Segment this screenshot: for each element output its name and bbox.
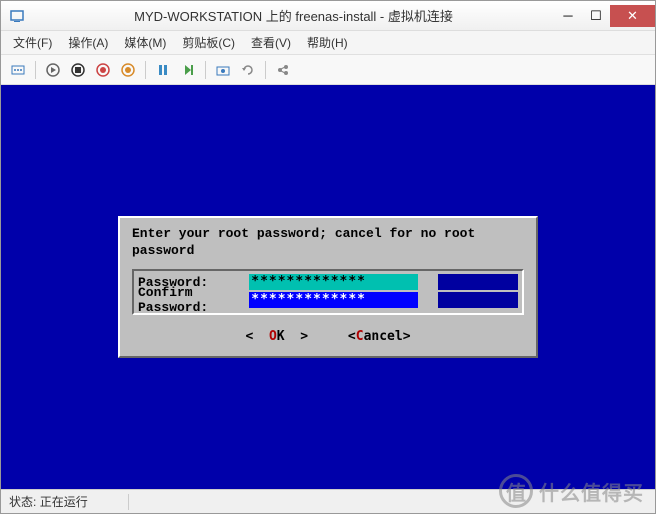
maximize-button[interactable]: ☐: [582, 5, 610, 27]
field-container: Password: ************* Confirm Password…: [132, 269, 524, 315]
shutdown-button[interactable]: [92, 59, 114, 81]
menu-help[interactable]: 帮助(H): [301, 32, 354, 53]
password-input[interactable]: *************: [249, 274, 518, 290]
menu-view[interactable]: 查看(V): [245, 32, 297, 53]
app-window: MYD-WORKSTATION 上的 freenas-install - 虚拟机…: [0, 0, 656, 514]
menubar: 文件(F) 操作(A) 媒体(M) 剪贴板(C) 查看(V) 帮助(H): [1, 31, 655, 55]
reset-button[interactable]: [177, 59, 199, 81]
status-value: 正在运行: [40, 493, 88, 510]
window-title: MYD-WORKSTATION 上的 freenas-install - 虚拟机…: [33, 6, 554, 25]
revert-button[interactable]: [237, 59, 259, 81]
ok-button[interactable]: < OK >: [245, 329, 308, 344]
vm-icon: [9, 8, 25, 24]
menu-file[interactable]: 文件(F): [7, 32, 58, 53]
pause-button[interactable]: [152, 59, 174, 81]
titlebar: MYD-WORKSTATION 上的 freenas-install - 虚拟机…: [1, 1, 655, 31]
save-button[interactable]: [117, 59, 139, 81]
menu-media[interactable]: 媒体(M): [118, 32, 172, 53]
toolbar: [1, 55, 655, 85]
start-button[interactable]: [42, 59, 64, 81]
confirm-password-input[interactable]: *************: [249, 292, 518, 308]
vm-console[interactable]: Enter your root password; cancel for no …: [1, 85, 655, 489]
turnoff-button[interactable]: [67, 59, 89, 81]
menu-action[interactable]: 操作(A): [62, 32, 114, 53]
ctrl-alt-del-button[interactable]: [7, 59, 29, 81]
menu-clipboard[interactable]: 剪贴板(C): [176, 32, 241, 53]
statusbar: 状态: 正在运行: [1, 489, 655, 513]
cancel-button[interactable]: <Cancel>: [348, 329, 411, 344]
minimize-button[interactable]: ─: [554, 5, 582, 27]
snapshot-button[interactable]: [212, 59, 234, 81]
dialog-prompt: Enter your root password; cancel for no …: [132, 226, 524, 260]
close-button[interactable]: ✕: [610, 5, 655, 27]
share-button[interactable]: [272, 59, 294, 81]
confirm-password-label: Confirm Password:: [138, 285, 241, 315]
status-label: 状态:: [9, 493, 36, 510]
password-dialog: Enter your root password; cancel for no …: [118, 216, 538, 359]
